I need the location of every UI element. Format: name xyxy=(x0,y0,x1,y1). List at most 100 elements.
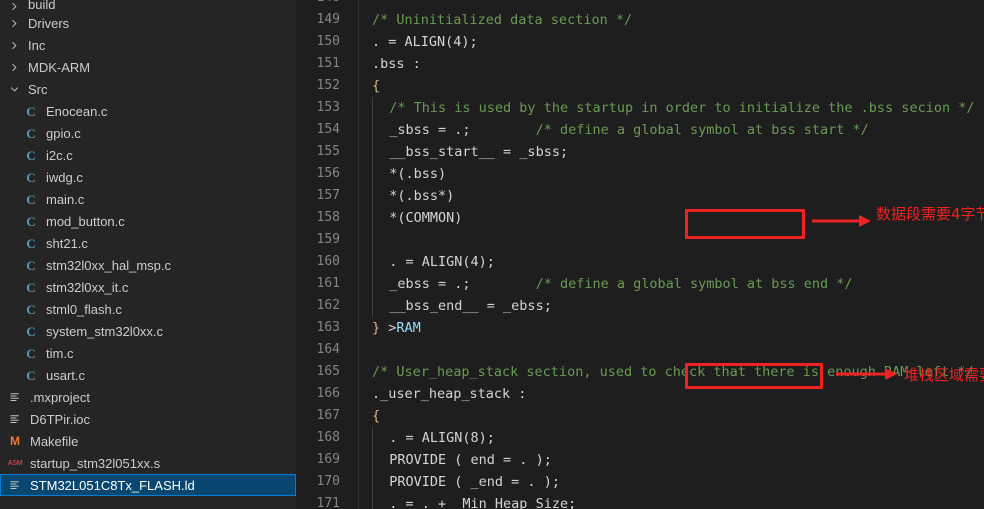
tree-item-stm32l051c8tx-flash-ld[interactable]: STM32L051C8Tx_FLASH.ld xyxy=(0,474,296,496)
tree-item-label: gpio.c xyxy=(46,125,81,141)
chevron-right-icon[interactable] xyxy=(6,62,22,73)
code-line[interactable]: 167 { xyxy=(296,405,984,427)
code-line[interactable]: 149 /* Uninitialized data section */ xyxy=(296,9,984,31)
code-line[interactable]: 151 .bss : xyxy=(296,53,984,75)
tree-item-stm32l0xx-hal-msp-c[interactable]: Cstm32l0xx_hal_msp.c xyxy=(0,254,296,276)
tree-item-iwdg-c[interactable]: Ciwdg.c xyxy=(0,166,296,188)
code-token: /* Uninitialized data section */ xyxy=(372,12,633,28)
c-file-icon: C xyxy=(26,279,36,295)
code-line[interactable]: 164 xyxy=(296,339,984,361)
code-token: .bss : xyxy=(372,56,421,72)
code-token: } xyxy=(372,320,389,336)
chevron-right-icon[interactable] xyxy=(6,1,22,12)
indent-guide xyxy=(372,97,389,119)
code-line[interactable]: 156 *(.bss) xyxy=(296,163,984,185)
code-lines[interactable]: 148 149 /* Uninitialized data section */ 15… xyxy=(296,0,984,509)
annotation-arrow-icon xyxy=(836,365,898,388)
code-line[interactable]: 163} >RAM xyxy=(296,317,984,339)
code-token: . = ALIGN(8); xyxy=(389,430,495,446)
tree-item-src[interactable]: Src xyxy=(0,78,296,100)
annotation-arrow-icon xyxy=(812,212,872,235)
chevron-right-icon[interactable] xyxy=(6,40,22,51)
line-number: 158 xyxy=(316,210,340,225)
indent-guide xyxy=(372,493,389,509)
tree-item-label: stml0_flash.c xyxy=(46,301,122,317)
tree-item-usart-c[interactable]: Cusart.c xyxy=(0,364,296,386)
code-line[interactable]: 152 { xyxy=(296,75,984,97)
c-file-icon: C xyxy=(26,323,36,339)
tree-item-tim-c[interactable]: Ctim.c xyxy=(0,342,296,364)
code-token: . = . + _Min_Heap_Size; xyxy=(389,496,577,509)
tree-item-label: Makefile xyxy=(30,433,79,449)
tree-item--mxproject[interactable]: .mxproject xyxy=(0,386,296,408)
tree-item-inc[interactable]: Inc xyxy=(0,34,296,56)
code-line[interactable]: 170 PROVIDE ( _end = . ); xyxy=(296,471,984,493)
tree-item-label: D6TPir.ioc xyxy=(30,411,90,427)
tree-item-sht21-c[interactable]: Csht21.c xyxy=(0,232,296,254)
line-number: 164 xyxy=(316,342,340,357)
code-editor[interactable]: 148 149 /* Uninitialized data section */ 15… xyxy=(296,0,984,509)
code-text: . = . + _Min_Heap_Size; xyxy=(359,493,576,509)
indent-guide xyxy=(372,229,389,251)
line-number: 155 xyxy=(316,144,340,159)
code-line[interactable]: 153 /* This is used by the startup in or… xyxy=(296,97,984,119)
code-token: /* This is used by the startup in order … xyxy=(389,100,975,116)
code-line[interactable]: 171 . = . + _Min_Heap_Size; xyxy=(296,493,984,509)
document-icon xyxy=(6,413,24,425)
code-line[interactable]: 162 __bss_end__ = _ebss; xyxy=(296,295,984,317)
code-token: /* define a global symbol at bss start *… xyxy=(535,122,869,138)
code-text: /* Uninitialized data section */ xyxy=(359,9,632,31)
tree-item-mdk-arm[interactable]: MDK-ARM xyxy=(0,56,296,78)
indent-guide xyxy=(372,119,389,141)
code-token: __bss_end__ = _ebss; xyxy=(389,298,552,314)
indent-guide xyxy=(372,273,389,295)
c-file-icon: C xyxy=(26,235,36,251)
code-line[interactable]: 159 xyxy=(296,229,984,251)
c-file-icon: C xyxy=(26,301,36,317)
asm-file-icon: ASM xyxy=(7,459,23,467)
code-line[interactable]: 154 _sbss = .; /* define a global symbol… xyxy=(296,119,984,141)
code-token: PROVIDE ( _end = . ); xyxy=(389,474,560,490)
tree-item-makefile[interactable]: M Makefile xyxy=(0,430,296,452)
gutter-separator xyxy=(358,339,359,361)
chevron-down-icon[interactable] xyxy=(6,84,22,95)
line-number: 148 xyxy=(296,0,358,9)
c-file-icon: C xyxy=(26,367,36,383)
explorer-file-tree[interactable]: build Drivers Inc MDK-ARM Src C Enocean.c Cgpio… xyxy=(0,0,296,509)
code-line[interactable]: 161 _ebss = .; /* define a global symbol… xyxy=(296,273,984,295)
code-line[interactable]: 169 PROVIDE ( end = . ); xyxy=(296,449,984,471)
tree-item-label: iwdg.c xyxy=(46,169,83,185)
line-number: 163 xyxy=(316,320,340,335)
tree-item-stm32l0xx-it-c[interactable]: Cstm32l0xx_it.c xyxy=(0,276,296,298)
tree-item-build[interactable]: build xyxy=(0,0,296,12)
tree-item-main-c[interactable]: Cmain.c xyxy=(0,188,296,210)
tree-item-gpio-c[interactable]: Cgpio.c xyxy=(0,122,296,144)
chevron-right-icon[interactable] xyxy=(6,18,22,29)
tree-item-label: sht21.c xyxy=(46,235,88,251)
tree-item-label: build xyxy=(28,0,56,12)
line-number: 151 xyxy=(316,56,340,71)
tree-item-stml0-flash-c[interactable]: Cstml0_flash.c xyxy=(0,298,296,320)
tree-item-label: .mxproject xyxy=(30,389,90,405)
code-text: __bss_end__ = _ebss; xyxy=(359,295,552,317)
code-line[interactable]: 148 xyxy=(296,0,984,9)
code-text: *(.bss*) xyxy=(359,185,454,207)
tree-item-i2c-c[interactable]: Ci2c.c xyxy=(0,144,296,166)
code-line[interactable]: 168 . = ALIGN(8); xyxy=(296,427,984,449)
line-number: 157 xyxy=(316,188,340,203)
tree-item-enocean-c[interactable]: C Enocean.c xyxy=(0,100,296,122)
indent-guide xyxy=(372,163,389,185)
tree-item-startup-stm32l051xx-s[interactable]: ASM startup_stm32l051xx.s xyxy=(0,452,296,474)
tree-item-d6tpir-ioc[interactable]: D6TPir.ioc xyxy=(0,408,296,430)
code-line[interactable]: 160 . = ALIGN(4); xyxy=(296,251,984,273)
tree-item-label: usart.c xyxy=(46,367,86,383)
tree-item-system-stm32l0xx-c[interactable]: Csystem_stm32l0xx.c xyxy=(0,320,296,342)
code-line[interactable]: 155 __bss_start__ = _sbss; xyxy=(296,141,984,163)
code-token: /* define a global symbol at bss end */ xyxy=(535,276,853,292)
tree-item-label: mod_button.c xyxy=(46,213,125,229)
code-token: PROVIDE ( end = . ); xyxy=(389,452,552,468)
code-line[interactable]: 150 . = ALIGN(4); xyxy=(296,31,984,53)
code-text: . = ALIGN(4); xyxy=(359,31,478,53)
tree-item-drivers[interactable]: Drivers xyxy=(0,12,296,34)
tree-item-mod-button-c[interactable]: Cmod_button.c xyxy=(0,210,296,232)
